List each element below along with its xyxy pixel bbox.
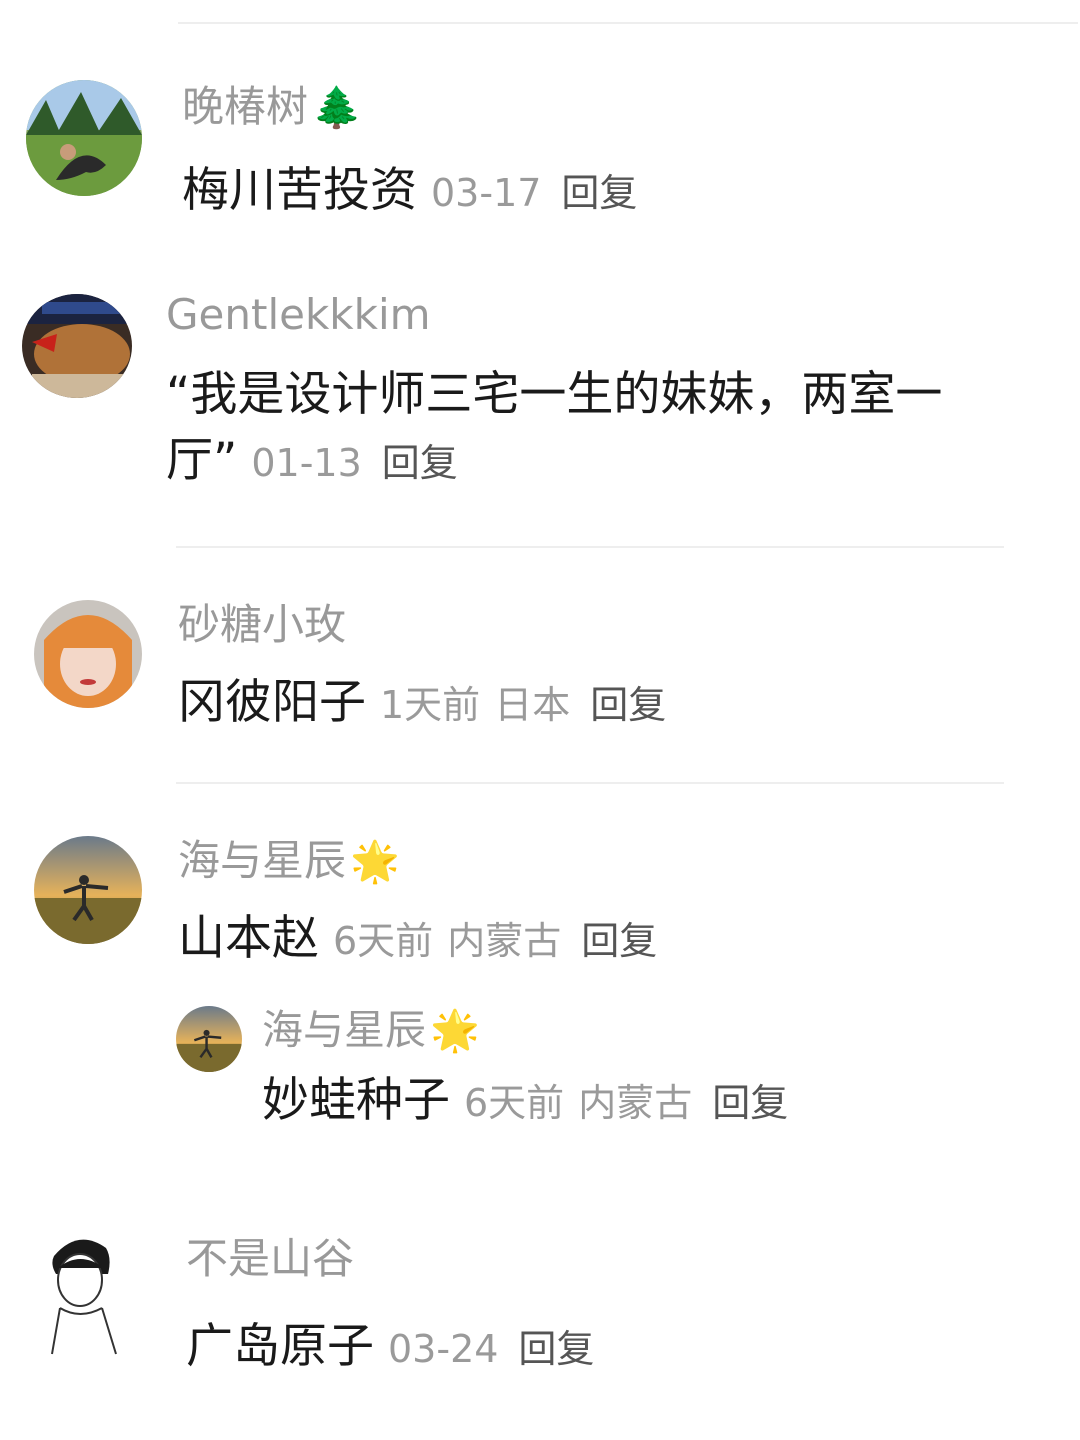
comment-body[interactable]: “我是设计师三宅一生的妹妹，两室一厅” 01-13 回复 [166, 362, 996, 496]
comment-text: 冈彼阳子 [178, 675, 366, 730]
comment-date: 03-17 [431, 171, 542, 215]
reply-button[interactable]: 回复 [712, 1081, 788, 1125]
avatar-image [26, 80, 142, 196]
comment-location: 内蒙古 [447, 919, 562, 963]
avatar[interactable] [34, 836, 142, 944]
username-text: 海与星辰 [262, 1006, 426, 1054]
comment-body[interactable]: 广岛原子 03-24 回复 [186, 1314, 594, 1382]
comment-body[interactable]: 妙蛙种子 6天前 内蒙古 回复 [262, 1068, 788, 1136]
reply-button[interactable]: 回复 [518, 1327, 594, 1371]
comment-location: 内蒙古 [578, 1081, 693, 1125]
reply-button[interactable]: 回复 [382, 441, 458, 485]
reply-button[interactable]: 回复 [590, 683, 666, 727]
comment-location: 日本 [494, 683, 571, 727]
username-text: 不是山谷 [186, 1234, 355, 1283]
username[interactable]: 不是山谷 [186, 1238, 354, 1280]
username[interactable]: Gentlekkkim [166, 294, 431, 336]
comment-text: 山本赵 [178, 911, 319, 966]
comment-date: 6天前 [464, 1081, 565, 1125]
tree-icon: 🌲 [312, 85, 362, 131]
avatar-image [22, 294, 132, 398]
comment-body[interactable]: 梅川苦投资 03-17 回复 [182, 158, 637, 226]
comment-text: 广岛原子 [186, 1319, 374, 1374]
divider [176, 546, 1004, 548]
username[interactable]: 砂糖小玫 [178, 604, 346, 646]
username-text: Gentlekkkim [166, 290, 431, 339]
avatar[interactable] [30, 1228, 148, 1358]
comment-date: 1天前 [380, 683, 481, 727]
star-icon: 🌟 [430, 1008, 480, 1054]
star-icon: 🌟 [350, 839, 400, 885]
comment-date: 01-13 [251, 441, 362, 485]
avatar[interactable] [176, 1006, 242, 1072]
comment-date: 6天前 [333, 919, 434, 963]
username-text: 海与星辰 [178, 836, 347, 885]
username[interactable]: 晚椿树 🌲 [182, 85, 362, 131]
avatar[interactable] [34, 600, 142, 708]
comment-text: 妙蛙种子 [262, 1073, 450, 1128]
comment-text: 梅川苦投资 [182, 163, 417, 218]
username[interactable]: 海与星辰 🌟 [262, 1008, 480, 1054]
avatar-image [34, 600, 142, 708]
comment-body[interactable]: 山本赵 6天前 内蒙古 回复 [178, 906, 657, 974]
comment-body[interactable]: 冈彼阳子 1天前 日本 回复 [178, 670, 666, 738]
divider [176, 782, 1004, 784]
reply-button[interactable]: 回复 [561, 171, 637, 215]
username-text: 晚椿树 [182, 82, 309, 131]
comment-date: 03-24 [388, 1327, 499, 1371]
reply-button[interactable]: 回复 [581, 919, 657, 963]
avatar[interactable] [26, 80, 142, 196]
username-text: 砂糖小玫 [178, 600, 347, 649]
username[interactable]: 海与星辰 🌟 [178, 839, 400, 885]
avatar[interactable] [22, 294, 132, 398]
avatar-image [30, 1228, 148, 1358]
avatar-image [176, 1006, 242, 1072]
divider [178, 22, 1078, 24]
avatar-image [34, 836, 142, 944]
